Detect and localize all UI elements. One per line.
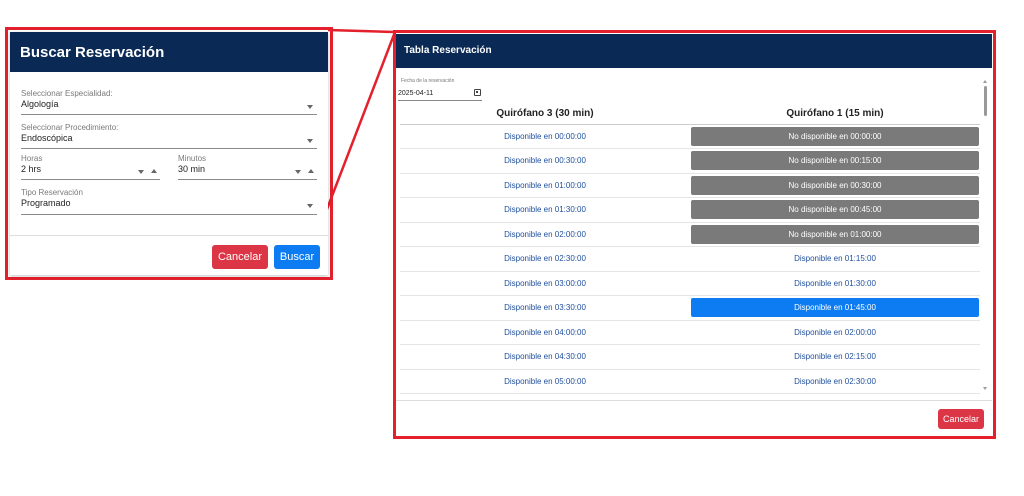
table-cell: Disponible en 03:30:00	[400, 295, 690, 321]
table-row: Disponible en 01:30:00 No disponible en 0…	[400, 197, 980, 223]
divider	[10, 235, 328, 236]
slot-available[interactable]: Disponible en 04:30:00	[401, 347, 689, 366]
scroll-down-icon[interactable]	[983, 387, 987, 390]
table-cell: Disponible en 01:00:00	[400, 173, 690, 198]
slot-available[interactable]: Disponible en 04:00:00	[401, 323, 689, 342]
reservation-type-select[interactable]: Tipo Reservación Programado	[21, 188, 317, 215]
panel-title: Buscar Reservación	[10, 32, 328, 72]
slot-available[interactable]: Disponible en 03:00:00	[401, 274, 689, 293]
table-cell: No disponible en 01:00:00	[690, 222, 980, 247]
table-header-row: Quirófano 3 (30 min) Quirófano 1 (15 min…	[400, 104, 980, 125]
reservation-table-panel: Tabla Reservación Fecha de la reservació…	[396, 34, 992, 436]
search-button[interactable]: Buscar	[274, 245, 320, 269]
arrow-down-icon[interactable]	[295, 170, 301, 174]
table-row: Disponible en 04:30:00 Disponible en 02:1…	[400, 344, 980, 370]
scrollbar[interactable]	[983, 80, 988, 390]
table-cell: Disponible en 04:30:00	[400, 344, 690, 370]
table-cell: Disponible en 03:00:00	[400, 271, 690, 296]
procedure-value: Endoscópica	[21, 133, 73, 143]
table-row: Disponible en 01:00:00 No disponible en 0…	[400, 173, 980, 198]
table-cell: Disponible en 01:30:00	[690, 271, 980, 296]
slot-unavailable: No disponible en 00:30:00	[691, 175, 979, 195]
table-cell: Disponible en 02:30:00	[690, 369, 980, 394]
table-cell: Disponible en 02:30:00	[400, 246, 690, 272]
specialty-label: Seleccionar Especialidad:	[21, 89, 113, 98]
scroll-up-icon[interactable]	[983, 80, 987, 83]
slot-available[interactable]: Disponible en 02:15:00	[691, 347, 979, 366]
table-cell: Disponible en 04:00:00	[400, 320, 690, 345]
table-cell: Disponible en 01:15:00	[690, 246, 980, 272]
slot-available[interactable]: Disponible en 02:00:00	[691, 323, 979, 342]
specialty-value: Algología	[21, 99, 59, 109]
date-label: Fecha de la reservación	[401, 78, 455, 84]
cancel-button[interactable]: Cancelar	[212, 245, 268, 269]
slot-available[interactable]: Disponible en 01:15:00	[691, 249, 979, 268]
table-row: Disponible en 00:30:00 No disponible en 0…	[400, 148, 980, 174]
table-row: Disponible en 03:30:00 Disponible en 01:4…	[400, 295, 980, 321]
table-row: Disponible en 02:30:00 Disponible en 01:1…	[400, 246, 980, 272]
slot-available[interactable]: Disponible en 02:00:00	[401, 225, 689, 244]
slot-available[interactable]: Disponible en 02:30:00	[401, 249, 689, 268]
divider	[396, 400, 992, 401]
table-row: Disponible en 03:00:00 Disponible en 01:3…	[400, 271, 980, 296]
specialty-select[interactable]: Seleccionar Especialidad: Algología	[21, 89, 317, 115]
reservation-type-label: Tipo Reservación	[21, 188, 83, 197]
column-header: Quirófano 1 (15 min)	[690, 104, 980, 125]
cancel-button[interactable]: Cancelar	[938, 409, 984, 429]
slot-available[interactable]: Disponible en 00:00:00	[401, 127, 689, 146]
search-reservation-panel: Buscar Reservación Seleccionar Especiali…	[10, 32, 328, 275]
hours-label: Horas	[21, 154, 43, 163]
slot-available[interactable]: Disponible en 05:00:00	[401, 372, 689, 391]
scroll-thumb[interactable]	[984, 86, 987, 116]
table-cell: Disponible en 05:00:00	[400, 369, 690, 394]
slot-available[interactable]: Disponible en 01:45:00	[691, 298, 979, 318]
minutes-stepper[interactable]: Minutos 30 min	[178, 154, 317, 180]
reservation-type-value: Programado	[21, 198, 71, 208]
date-input[interactable]: 2025-04-11	[398, 90, 433, 97]
chevron-down-icon	[307, 105, 313, 109]
table-cell: Disponible en 02:00:00	[690, 320, 980, 345]
slot-available[interactable]: Disponible en 01:00:00	[401, 176, 689, 195]
slot-unavailable: No disponible en 01:00:00	[691, 224, 979, 244]
table-cell: Disponible en 02:15:00	[690, 344, 980, 370]
table-cell: Disponible en 00:00:00	[400, 124, 690, 149]
date-underline	[398, 100, 482, 101]
arrow-up-icon[interactable]	[151, 169, 157, 173]
table-row: Disponible en 02:00:00 No disponible en 0…	[400, 222, 980, 247]
chevron-down-icon	[307, 204, 313, 208]
slot-available[interactable]: Disponible en 00:30:00	[401, 151, 689, 170]
chevron-down-icon	[307, 139, 313, 143]
panel-title: Tabla Reservación	[396, 34, 992, 68]
slot-unavailable: No disponible en 00:45:00	[691, 200, 979, 220]
slot-available[interactable]: Disponible en 02:30:00	[691, 372, 979, 391]
procedure-select[interactable]: Seleccionar Procedimiento: Endoscópica	[21, 123, 317, 149]
table-cell: No disponible en 00:45:00	[690, 197, 980, 223]
table-cell: Disponible en 01:45:00	[690, 295, 980, 321]
procedure-label: Seleccionar Procedimiento:	[21, 123, 119, 132]
minutes-label: Minutos	[178, 154, 207, 163]
column-header: Quirófano 3 (30 min)	[400, 104, 690, 125]
arrow-down-icon[interactable]	[138, 170, 144, 174]
table-cell: No disponible en 00:15:00	[690, 148, 980, 174]
slot-unavailable: No disponible en 00:00:00	[691, 126, 979, 146]
arrow-up-icon[interactable]	[308, 169, 314, 173]
table-cell: Disponible en 02:00:00	[400, 222, 690, 247]
table-row: Disponible en 00:00:00 No disponible en 0…	[400, 124, 980, 149]
slot-available[interactable]: Disponible en 01:30:00	[691, 274, 979, 293]
slot-available[interactable]: Disponible en 03:30:00	[401, 298, 689, 317]
table-cell: Disponible en 01:30:00	[400, 197, 690, 223]
table-cell: No disponible en 00:30:00	[690, 173, 980, 198]
calendar-icon[interactable]	[474, 89, 481, 96]
table-row: Disponible en 05:00:00 Disponible en 02:3…	[400, 369, 980, 394]
slot-available[interactable]: Disponible en 01:30:00	[401, 200, 689, 219]
slot-unavailable: No disponible en 00:15:00	[691, 151, 979, 171]
table-cell: Disponible en 00:30:00	[400, 148, 690, 174]
reservation-table: Quirófano 3 (30 min) Quirófano 1 (15 min…	[400, 104, 980, 394]
table-row: Disponible en 04:00:00 Disponible en 02:0…	[400, 320, 980, 345]
table-cell: No disponible en 00:00:00	[690, 124, 980, 149]
hours-stepper[interactable]: Horas 2 hrs	[21, 154, 160, 180]
